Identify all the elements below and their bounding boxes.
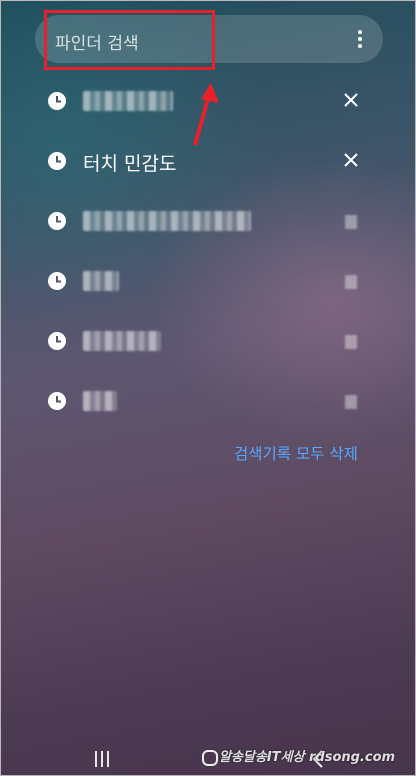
watermark-text: 알송달송IT세상 rdsong.com	[219, 750, 396, 765]
history-item-label-redacted	[83, 391, 117, 411]
close-icon[interactable]	[345, 275, 357, 289]
history-item[interactable]	[1, 201, 415, 241]
home-icon[interactable]	[202, 750, 218, 766]
more-vert-icon[interactable]	[357, 30, 363, 48]
history-item-label-redacted	[83, 211, 251, 231]
highlight-annotation-box	[44, 10, 215, 70]
history-item-label-redacted	[83, 91, 173, 111]
clock-icon	[48, 392, 66, 410]
history-item[interactable]	[1, 261, 415, 301]
clear-all-history-link[interactable]: 검색기록 모두 삭제	[234, 442, 358, 464]
history-item-label-redacted	[83, 271, 119, 291]
history-item[interactable]	[1, 321, 415, 361]
history-item[interactable]	[1, 381, 415, 421]
history-item-label: 터치 민감도	[83, 153, 177, 175]
close-icon[interactable]	[341, 90, 361, 110]
history-item-label-redacted	[83, 331, 161, 351]
clock-icon	[48, 272, 66, 290]
close-icon[interactable]	[345, 215, 357, 229]
close-icon[interactable]	[341, 150, 361, 170]
history-item[interactable]: 터치 민감도	[1, 141, 415, 181]
clock-icon	[48, 92, 66, 110]
clock-icon	[48, 152, 66, 170]
recent-apps-icon[interactable]	[94, 751, 110, 767]
finder-screen: 파인더 검색 터치 민감도 검색기록 모두 삭제 알송달송IT세상 rdsong…	[0, 0, 416, 776]
clock-icon	[48, 332, 66, 350]
close-icon[interactable]	[345, 335, 357, 349]
history-item[interactable]	[1, 81, 415, 121]
clock-icon	[48, 212, 66, 230]
close-icon[interactable]	[345, 395, 357, 409]
